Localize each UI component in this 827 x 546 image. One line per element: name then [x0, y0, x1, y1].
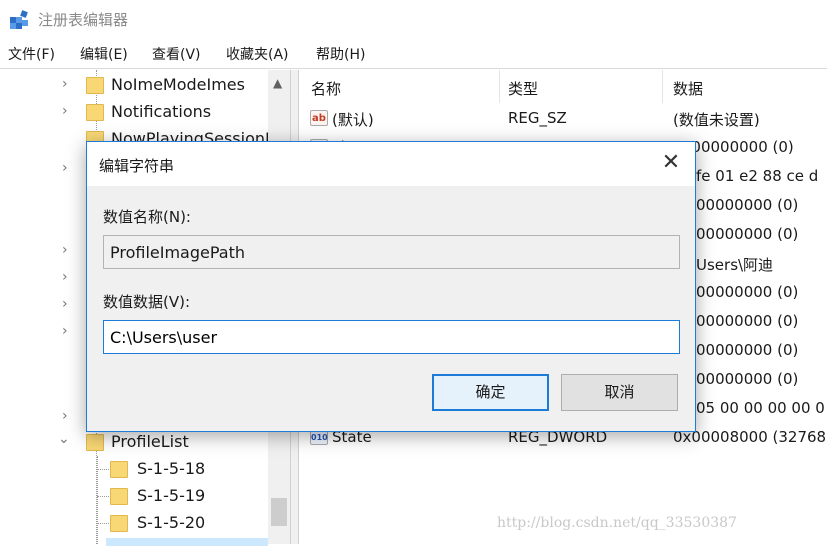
folder-open-icon	[86, 434, 104, 451]
chevron-down-icon[interactable]: ⌄	[58, 431, 70, 447]
folder-icon	[110, 488, 128, 505]
scroll-up-icon[interactable]: ▲	[273, 76, 282, 90]
table-row[interactable]: ab (默认) REG_SZ (数值未设置)	[300, 104, 827, 133]
column-divider[interactable]	[499, 70, 500, 103]
selected-tree-node[interactable]	[106, 538, 268, 546]
column-header-type[interactable]: 类型	[508, 78, 538, 99]
chevron-right-icon[interactable]: ›	[62, 160, 68, 176]
menu-help[interactable]: 帮助(H)	[316, 44, 365, 64]
chevron-right-icon[interactable]: ›	[62, 408, 68, 424]
column-header-data[interactable]: 数据	[673, 78, 703, 99]
value-data: 00000000 (0)	[696, 283, 799, 301]
column-header-name[interactable]: 名称	[311, 78, 341, 99]
value-data: 00000000 (0)	[696, 312, 799, 330]
menu-view[interactable]: 查看(V)	[152, 44, 201, 64]
ok-button[interactable]: 确定	[432, 374, 549, 411]
folder-icon	[86, 77, 104, 94]
folder-icon	[86, 104, 104, 121]
watermark: http://blog.csdn.net/qq_33530387	[497, 515, 737, 531]
chevron-right-icon[interactable]: ›	[62, 76, 68, 92]
folder-icon	[110, 461, 128, 478]
value-data-label: 数值数据(V):	[103, 293, 191, 311]
chevron-right-icon[interactable]: ›	[62, 323, 68, 339]
string-value-icon: ab	[310, 110, 328, 126]
value-name: (默认)	[332, 111, 374, 129]
chevron-right-icon[interactable]: ›	[62, 296, 68, 312]
tree-node-label: NoImeModeImes	[111, 75, 245, 94]
cancel-button[interactable]: 取消	[561, 374, 678, 411]
dialog-title: 编辑字符串	[99, 157, 175, 175]
chevron-right-icon[interactable]: ›	[62, 103, 68, 119]
tree-node-label: Notifications	[111, 102, 212, 121]
value-data: 00000000 (0)	[696, 196, 799, 214]
menu-divider	[0, 68, 827, 69]
edit-string-dialog: 编辑字符串 ✕ 数值名称(N): 数值数据(V): 确定 取消	[86, 141, 696, 432]
column-divider[interactable]	[662, 70, 663, 103]
tree-node-label: S-1-5-18	[137, 459, 206, 478]
value-data: 00000000 (0)	[696, 225, 799, 243]
registry-editor-icon	[10, 10, 28, 29]
value-data: 00000000 (0)	[696, 370, 799, 388]
chevron-right-icon[interactable]: ›	[62, 242, 68, 258]
tree-node-label: ProfileList	[111, 432, 189, 451]
value-data-field[interactable]	[103, 320, 680, 354]
tree-guide-line	[97, 496, 109, 498]
menu-bar: 文件(F) 编辑(E) 查看(V) 收藏夹(A) 帮助(H)	[0, 40, 827, 68]
dialog-title-bar[interactable]: 编辑字符串 ✕	[87, 142, 695, 186]
title-bar: 注册表编辑器	[0, 0, 827, 38]
value-data: 05 00 00 00 00 0	[696, 399, 825, 417]
value-data: (数值未设置)	[673, 111, 760, 129]
tree-guide-line	[97, 469, 109, 471]
value-data: 00000000 (0)	[696, 341, 799, 359]
value-data: fe 01 e2 88 ce d	[696, 167, 819, 185]
value-name-label: 数值名称(N):	[103, 208, 191, 226]
value-type: REG_SZ	[508, 109, 567, 127]
menu-file[interactable]: 文件(F)	[8, 44, 55, 64]
tree-guide-line	[97, 523, 109, 525]
menu-edit[interactable]: 编辑(E)	[80, 44, 128, 64]
window-title: 注册表编辑器	[38, 11, 129, 29]
scrollbar-thumb[interactable]	[271, 498, 287, 526]
value-data: Users\阿迪	[696, 256, 774, 274]
tree-node-label: S-1-5-19	[137, 486, 206, 505]
tree-node-label: S-1-5-20	[137, 513, 206, 532]
close-icon[interactable]: ✕	[653, 148, 689, 180]
menu-favorites[interactable]: 收藏夹(A)	[226, 44, 289, 64]
folder-icon	[110, 515, 128, 532]
chevron-right-icon[interactable]: ›	[62, 269, 68, 285]
value-name-field	[103, 235, 680, 269]
